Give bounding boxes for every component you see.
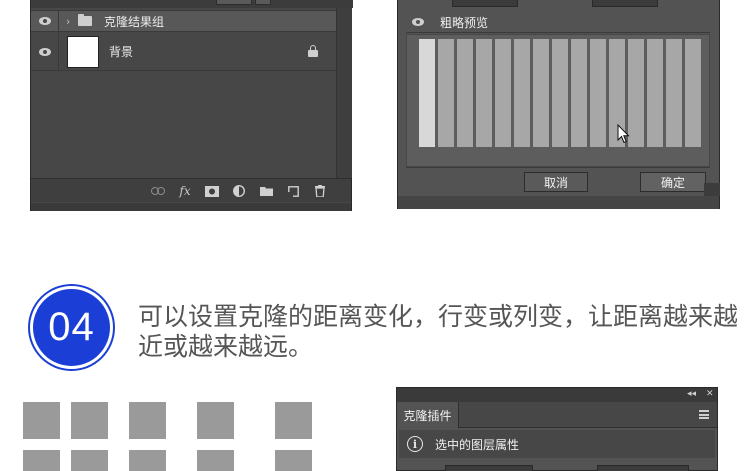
layers-footer: fx — [31, 178, 351, 202]
preview-bar — [419, 39, 435, 147]
step-badge: 04 — [30, 286, 113, 369]
eye-icon — [412, 18, 424, 26]
layers-scrollbar[interactable] — [336, 8, 352, 178]
layer-row-background[interactable]: 背景 — [31, 33, 336, 71]
panel-title-strip: ◂◂ ✕ — [397, 388, 717, 402]
step-description: 可以设置克隆的距离变化，行变或列变，让距离越来越近或越来越远。 — [138, 302, 739, 361]
selected-layer-section[interactable]: i 选中的图层属性 — [399, 430, 715, 458]
dialog-top-fields — [398, 0, 719, 8]
new-layer-icon[interactable] — [284, 183, 302, 199]
preview-bar — [666, 39, 682, 147]
mask-icon[interactable] — [203, 183, 221, 199]
eye-icon — [38, 17, 51, 25]
clone-square — [275, 402, 312, 439]
adjustment-icon[interactable] — [230, 183, 248, 199]
chevron-right-icon[interactable]: › — [66, 15, 74, 28]
layers-panel-bottom — [31, 203, 351, 211]
cancel-button[interactable]: 取消 — [524, 172, 588, 192]
dialog-bottom — [398, 196, 719, 209]
clone-square — [275, 450, 312, 471]
clone-square — [71, 450, 108, 471]
clone-square — [23, 402, 60, 439]
panel-tab-row: 克隆插件 — [397, 402, 717, 428]
preview-bar — [647, 39, 663, 147]
info-icon: i — [407, 436, 423, 452]
step-number: 04 — [48, 305, 95, 349]
ok-button[interactable]: 确定 — [640, 172, 706, 192]
preview-bar — [457, 39, 473, 147]
preview-bar — [533, 39, 549, 147]
cursor-icon — [617, 124, 630, 144]
eye-icon — [38, 47, 51, 56]
layer-property-fields — [397, 460, 717, 471]
clone-square — [197, 450, 234, 471]
layer-row-group[interactable]: › 克隆结果组 — [31, 10, 336, 32]
collapse-icon[interactable]: ◂◂ — [687, 389, 696, 399]
clone-plugin-panel: ◂◂ ✕ 克隆插件 i 选中的图层属性 — [396, 387, 718, 471]
layer-type-field[interactable] — [597, 465, 689, 471]
layers-panel-top-strip — [31, 0, 353, 8]
preview-bar — [571, 39, 587, 147]
layer-name: 背景 — [109, 45, 134, 59]
layers-panel: › 克隆结果组 背景 fx — [30, 0, 353, 211]
preview-area — [406, 34, 710, 167]
preview-bar — [685, 39, 701, 147]
clone-square — [129, 402, 166, 439]
divider — [406, 32, 710, 33]
layer-name-field[interactable] — [445, 465, 533, 471]
preview-label: 粗略预览 — [440, 15, 489, 30]
divider — [406, 167, 710, 168]
fx-icon[interactable]: fx — [176, 183, 194, 199]
panel-menu-icon[interactable] — [699, 410, 709, 419]
folder-icon — [78, 14, 92, 26]
section-label: 选中的图层属性 — [435, 437, 520, 452]
visibility-toggle[interactable] — [31, 11, 59, 31]
preview-bar — [476, 39, 492, 147]
preview-bar — [590, 39, 606, 147]
folder-icon[interactable] — [257, 183, 275, 199]
clone-square — [129, 450, 166, 471]
clone-square — [23, 450, 60, 471]
link-icon[interactable] — [149, 183, 167, 199]
close-icon[interactable]: ✕ — [706, 389, 714, 399]
tab-clone-plugin[interactable]: 克隆插件 — [397, 402, 459, 428]
visibility-toggle[interactable] — [31, 33, 59, 70]
preview-bar — [514, 39, 530, 147]
column-change-field[interactable] — [592, 0, 658, 7]
preview-bar — [438, 39, 454, 147]
preview-bar — [495, 39, 511, 147]
clone-square — [71, 402, 108, 439]
opacity-dropdown[interactable] — [255, 0, 271, 5]
trash-icon[interactable] — [311, 183, 329, 199]
resize-grip[interactable] — [704, 183, 720, 196]
preview-bar — [552, 39, 568, 147]
layer-name: 克隆结果组 — [104, 14, 165, 29]
layer-thumbnail — [67, 35, 99, 68]
preview-toggle[interactable]: 粗略预览 — [406, 12, 488, 32]
lock-icon[interactable] — [308, 45, 318, 57]
clone-dialog: 粗略预览 取消 确定 — [397, 0, 720, 209]
opacity-field[interactable] — [216, 0, 252, 5]
row-change-field[interactable] — [452, 0, 518, 7]
clone-square — [197, 402, 234, 439]
